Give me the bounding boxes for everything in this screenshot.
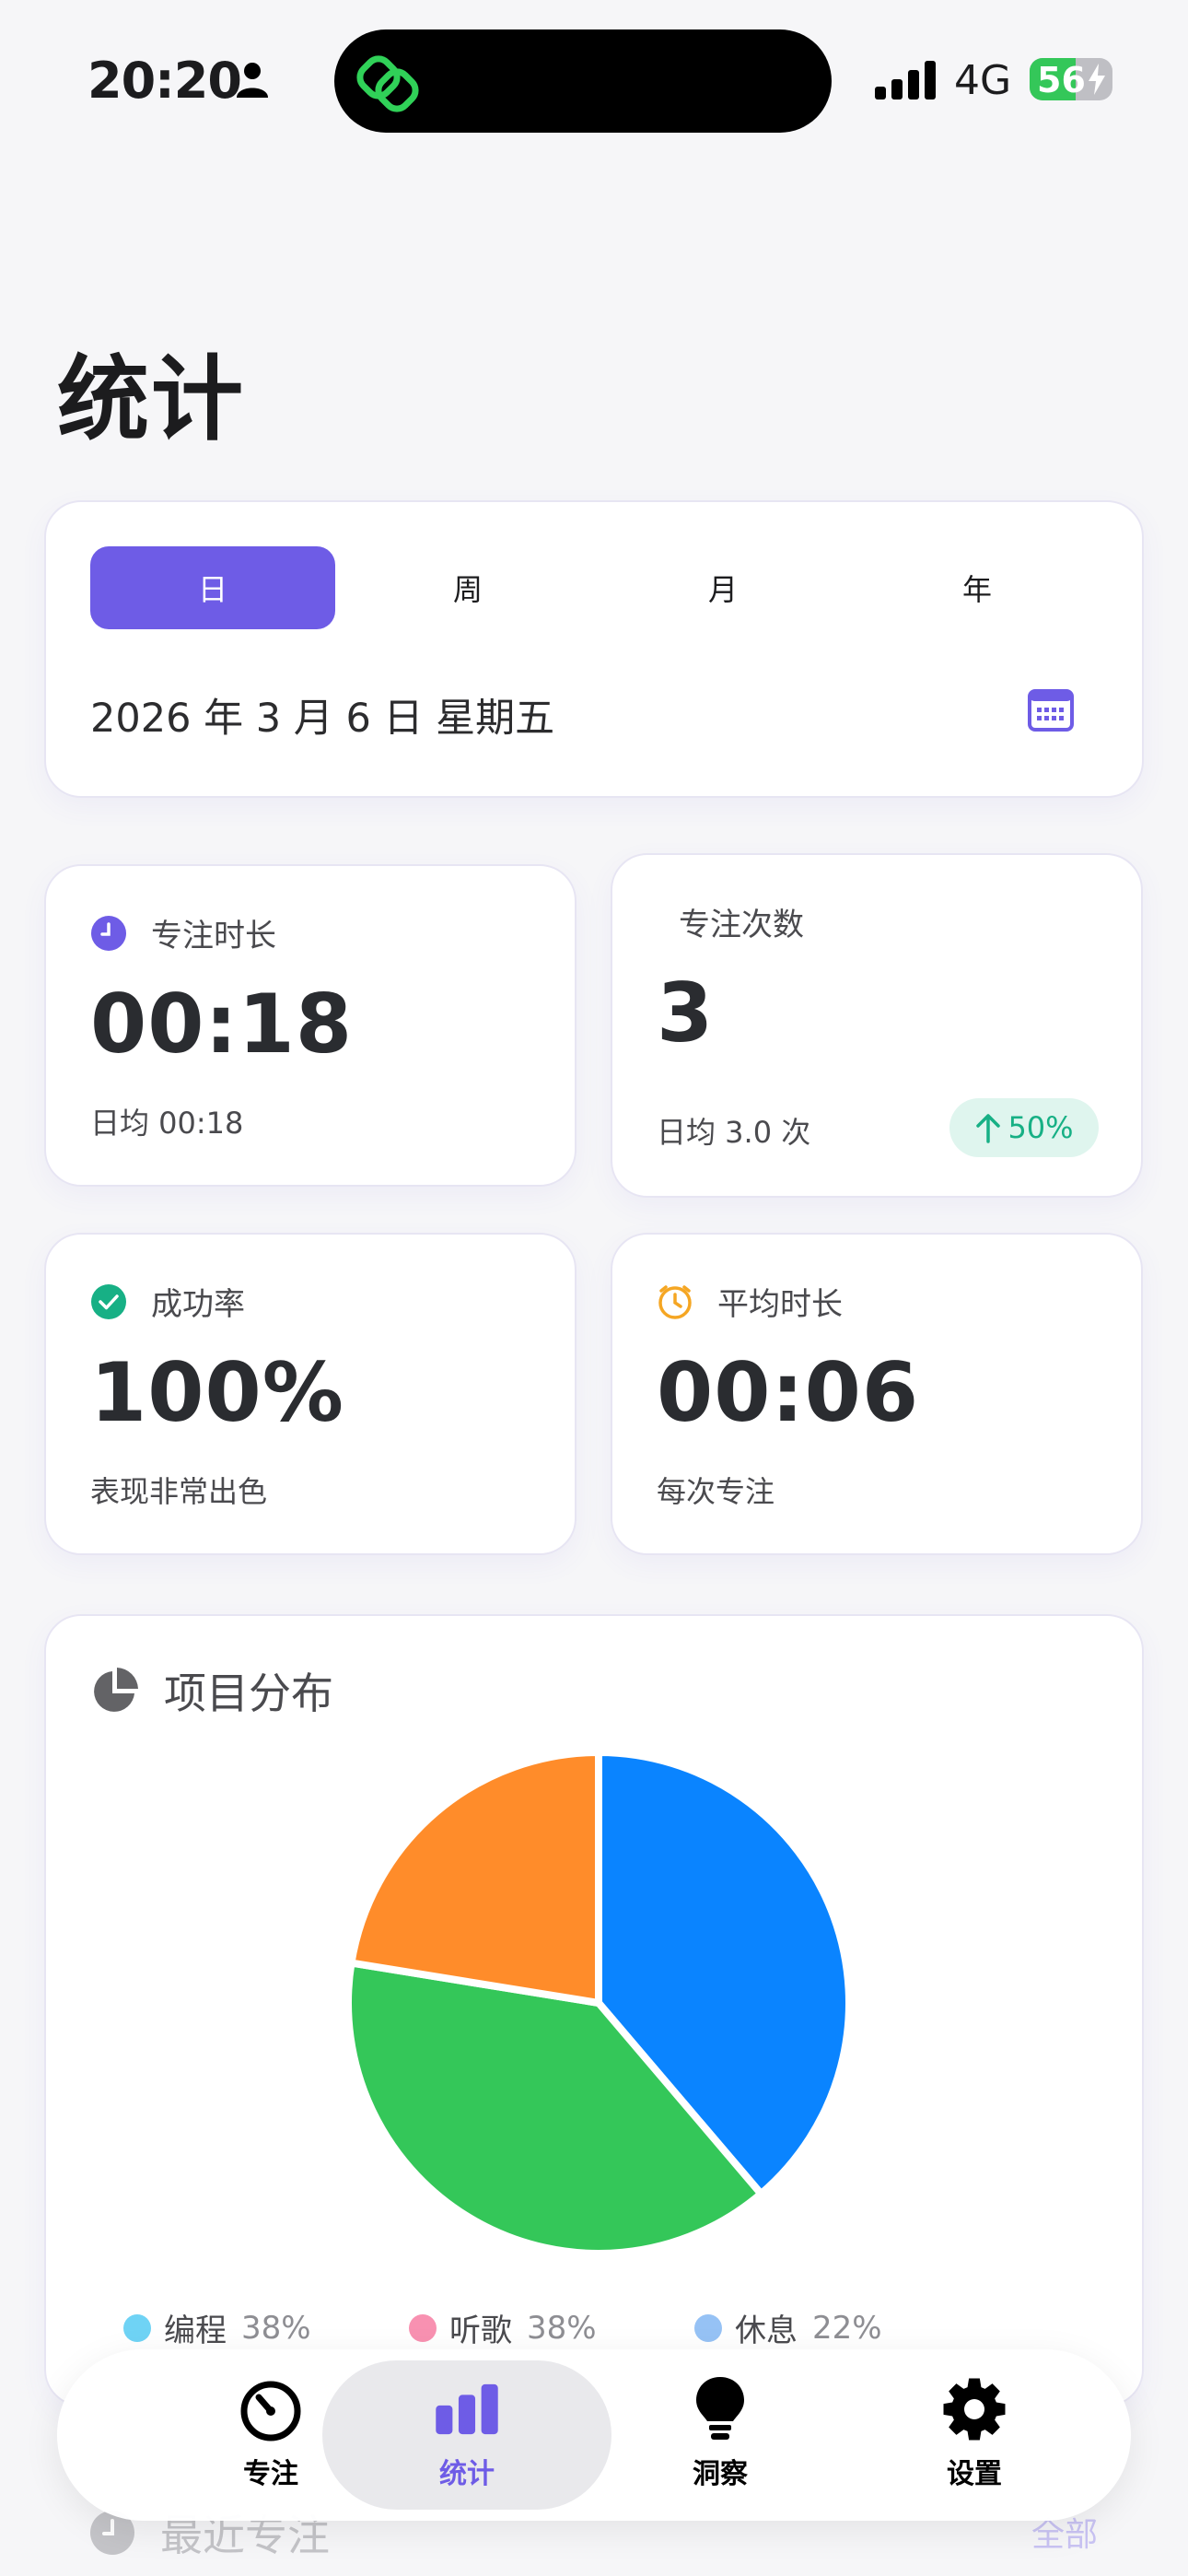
avg-duration-value: 00:06 [657,1345,920,1440]
legend-item-coding: 编程 38% [123,2305,409,2350]
timer-icon [240,2381,301,2441]
distribution-card: 项目分布 编程 38% 听歌 38% 休息 22% [44,1614,1144,2406]
pie-chart [344,1749,853,2257]
trend-badge: 50% [949,1098,1099,1157]
status-time: 20:20 [87,52,242,110]
network-label: 4G [954,57,1012,104]
lightbulb-icon [696,2377,744,2440]
tab-label: 统计 [439,2458,495,2490]
signal-icon [875,61,936,100]
avg-duration-sub: 每次专注 [657,1474,775,1509]
legend-pct: 38% [241,2309,311,2347]
legend-dot [123,2313,151,2342]
tab-year[interactable]: 年 [855,546,1100,629]
legend-dot [409,2313,437,2342]
avg-duration-header: 平均时长 [657,1279,843,1324]
focus-duration-sub: 日均 00:18 [90,1106,244,1141]
pie-slice-2 [347,1749,602,2007]
gear-hole [964,2399,984,2419]
legend-item-rest: 休息 22% [694,2305,980,2350]
tab-insights[interactable]: 洞察 [628,2375,812,2504]
success-rate-value: 100% [90,1345,344,1440]
gear-icon [943,2378,1006,2441]
calendar-icon[interactable] [1027,686,1075,734]
battery-level: 56 [1037,60,1086,100]
dynamic-island [334,29,832,133]
focus-count-card: 专注次数 3 日均 3.0 次 50% [611,853,1143,1198]
focus-duration-value: 00:18 [90,977,354,1071]
period-card: 日 周 月 年 2026 年 3 月 6 日 星期五 [44,500,1144,798]
trend-value: 50% [1007,1110,1074,1145]
distribution-header: 项目分布 [90,1660,333,1721]
distribution-title: 项目分布 [164,1669,333,1718]
person-icon [237,63,268,98]
tab-label: 洞察 [693,2458,748,2490]
tab-label: 专注 [243,2458,298,2490]
legend-label: 听歌 [449,2313,512,2349]
bar-chart-icon [436,2383,498,2435]
status-bar: 20:20 4G 56 [0,0,1188,157]
legend-item-music: 听歌 38% [409,2305,694,2350]
arrow-up-icon [976,1114,1001,1143]
focus-count-header: 专注次数 [679,899,804,944]
legend-dot [694,2313,722,2342]
battery-icon: 56 [1030,58,1112,100]
tab-bar: 专注 统计 洞察 设置 [57,2349,1131,2521]
legend-pct: 22% [812,2309,882,2347]
legend-label: 编程 [164,2313,227,2349]
page-title: 统计 [57,345,245,453]
tab-stats[interactable]: 统计 [375,2375,559,2504]
tab-month[interactable]: 月 [600,546,845,629]
legend: 编程 38% 听歌 38% 休息 22% [123,2305,980,2350]
tab-week[interactable]: 周 [345,546,590,629]
focus-duration-title: 专注时长 [151,918,276,954]
focus-count-value: 3 [657,966,715,1060]
success-rate-title: 成功率 [151,1286,245,1323]
avg-duration-title: 平均时长 [717,1286,843,1323]
avg-duration-card: 平均时长 00:06 每次专注 [611,1233,1143,1555]
link-rings-icon [356,55,419,112]
tab-focus[interactable]: 专注 [179,2375,363,2504]
date-display: 2026 年 3 月 6 日 星期五 [90,696,555,742]
legend-label: 休息 [735,2313,798,2349]
success-rate-header: 成功率 [90,1279,245,1324]
check-circle-icon [91,1283,126,1319]
tab-day[interactable]: 日 [90,546,335,629]
timer-icon [658,1284,692,1319]
pie-chart-icon [94,1668,138,1712]
tab-label: 设置 [947,2458,1002,2490]
legend-pct: 38% [527,2309,597,2347]
focus-count-sub: 日均 3.0 次 [657,1115,811,1150]
focus-duration-card: 专注时长 00:18 日均 00:18 [44,864,577,1187]
focus-duration-header: 专注时长 [90,910,276,955]
focus-count-title: 专注次数 [679,907,804,943]
clock-icon [91,915,126,951]
success-rate-sub: 表现非常出色 [90,1474,268,1509]
tab-settings[interactable]: 设置 [882,2375,1066,2504]
bolt-icon [1089,64,1105,95]
success-rate-card: 成功率 100% 表现非常出色 [44,1233,577,1555]
